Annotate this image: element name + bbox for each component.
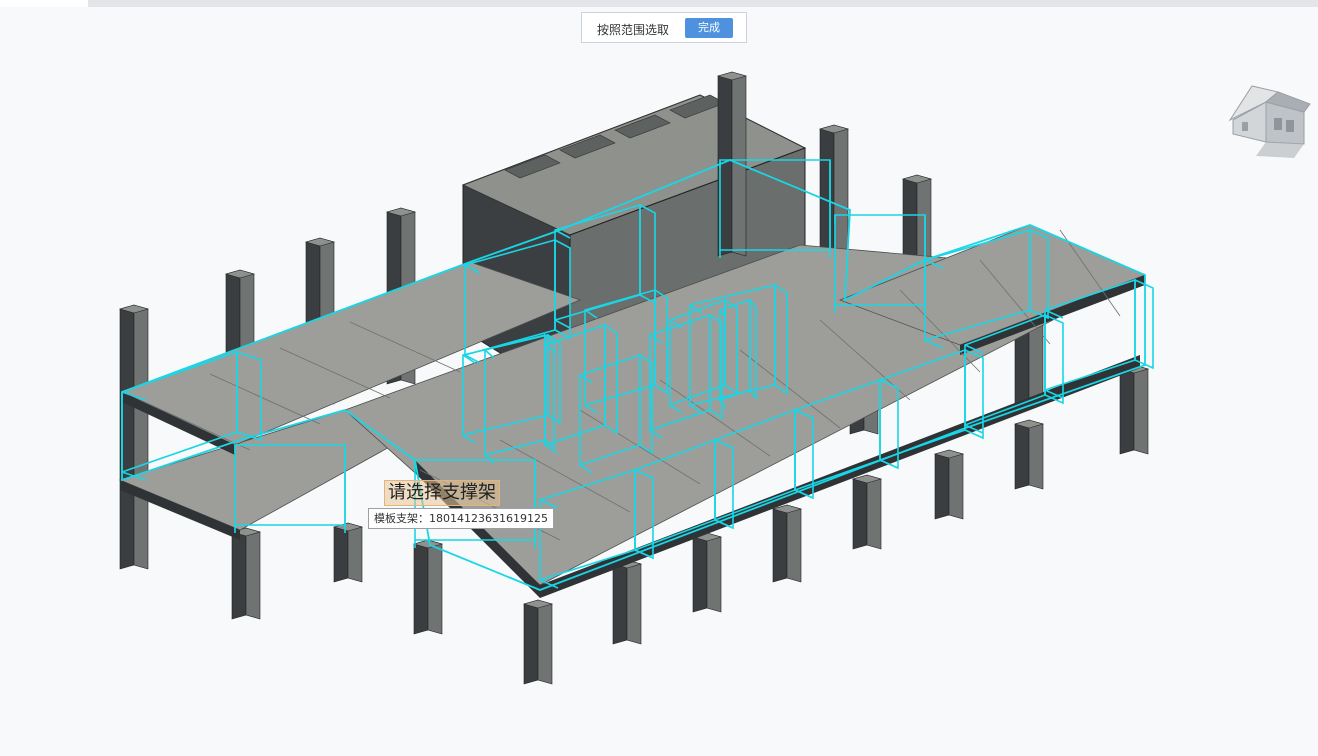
column-10 <box>523 599 539 685</box>
column-14 <box>852 474 868 550</box>
column-7 <box>231 527 247 620</box>
column-17 <box>1119 364 1135 455</box>
select-support-prompt: 请选择支撑架 <box>384 480 500 506</box>
model-viewport[interactable] <box>0 0 1318 756</box>
column-9 <box>413 539 429 635</box>
range-select-label[interactable]: 按照范围选取 <box>597 21 669 38</box>
selection-toolbar: 按照范围选取 完成 <box>581 12 747 43</box>
column-12 <box>692 532 708 613</box>
column-13 <box>772 504 788 583</box>
formwork-support-tooltip: 模板支架：18014123631619125 <box>368 508 554 529</box>
column-16 <box>1014 419 1030 490</box>
column-11 <box>612 559 628 645</box>
column-15 <box>934 449 950 520</box>
done-button[interactable]: 完成 <box>685 18 733 38</box>
column-8 <box>333 522 349 583</box>
view-cube-house-icon[interactable] <box>1228 80 1318 164</box>
